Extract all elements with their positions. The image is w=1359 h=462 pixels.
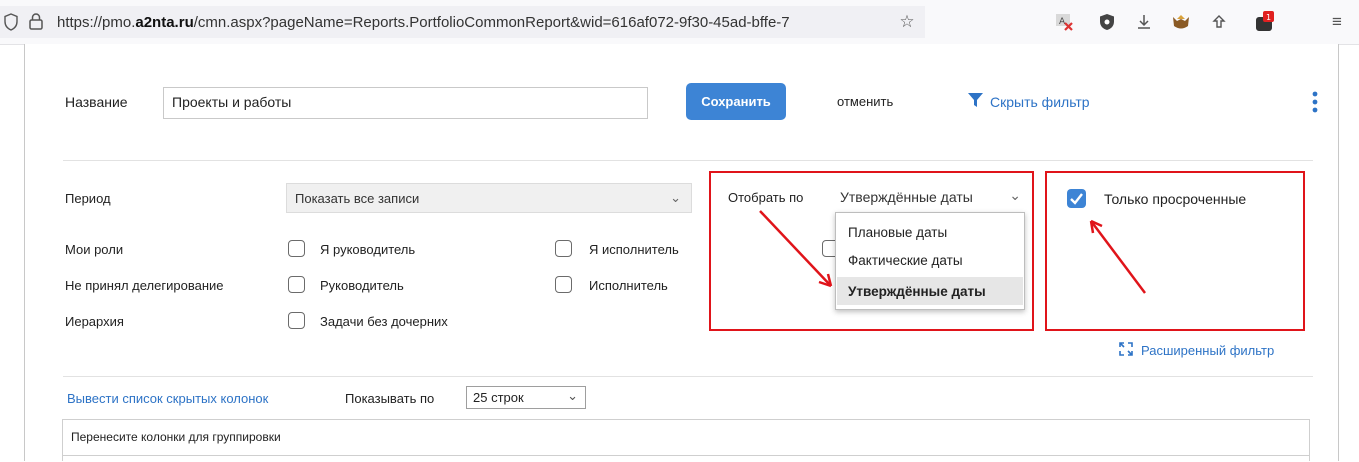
extension-shield-icon[interactable] xyxy=(1096,11,1118,33)
advanced-filter-link[interactable]: Расширенный фильтр xyxy=(1141,343,1274,358)
translate-blocked-icon[interactable]: A xyxy=(1053,11,1075,33)
extension-fox-icon[interactable] xyxy=(1170,11,1192,33)
shield-icon[interactable] xyxy=(4,13,18,31)
arrow-to-checkbox xyxy=(1090,220,1146,294)
share-icon[interactable] xyxy=(1208,11,1230,33)
bookmark-star-icon[interactable]: ☆ xyxy=(896,11,918,33)
expand-icon[interactable] xyxy=(1118,341,1134,357)
url-text[interactable]: https://pmo.a2nta.ru/cmn.aspx?pageName=R… xyxy=(57,14,867,31)
browser-toolbar: https://pmo.a2nta.ru/cmn.aspx?pageName=R… xyxy=(0,0,1359,45)
svg-text:1: 1 xyxy=(1266,13,1271,22)
svg-text:A: A xyxy=(1059,17,1066,27)
lock-icon[interactable] xyxy=(28,12,44,31)
extension-badge-icon[interactable]: 1 xyxy=(1254,11,1276,33)
report-page: Название Проекты и работы Сохранить отме… xyxy=(24,44,1339,461)
page-size-label: Показывать по xyxy=(345,391,435,406)
grouping-hint: Перенесите колонки для группировки xyxy=(71,430,281,444)
page-size-select[interactable]: 25 строк ⌄ xyxy=(466,386,586,409)
divider xyxy=(63,376,1313,377)
arrow-to-dropdown xyxy=(759,210,832,287)
hidden-columns-link[interactable]: Вывести список скрытых колонок xyxy=(67,391,268,406)
chevron-down-icon: ⌄ xyxy=(567,388,578,403)
menu-icon[interactable]: ≡ xyxy=(1326,11,1348,33)
download-icon[interactable] xyxy=(1133,11,1155,33)
